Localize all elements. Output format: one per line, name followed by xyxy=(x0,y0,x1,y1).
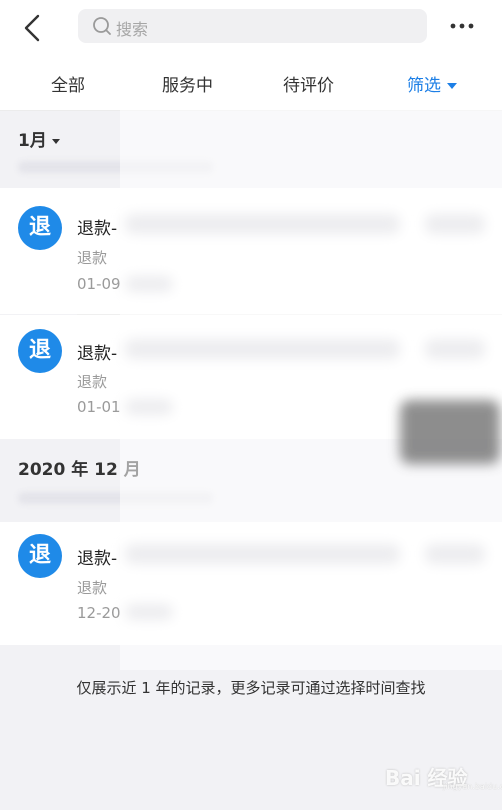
tab-to-review[interactable]: 待评价 xyxy=(283,71,334,96)
refund-badge-icon: 退 xyxy=(18,206,62,250)
tab-filter[interactable]: 筛选 xyxy=(407,71,457,96)
refund-badge-icon: 退 xyxy=(18,534,62,578)
blur-overlay xyxy=(120,110,502,670)
month-selector[interactable]: 1月 xyxy=(18,126,60,151)
more-options-icon[interactable] xyxy=(449,22,475,30)
footer-note: 仅展示近 1 年的记录，更多记录可通过选择时间查找 xyxy=(76,679,426,697)
tab-in-service[interactable]: 服务中 xyxy=(162,71,213,96)
item-type: 退款 xyxy=(77,373,108,391)
item-title: 退款- xyxy=(77,219,118,239)
item-title: 退款- xyxy=(77,549,118,569)
filter-tabs: 全部 服务中 待评价 筛选 xyxy=(0,56,502,111)
filter-dropdown-icon xyxy=(447,83,457,89)
search-icon xyxy=(93,17,111,35)
item-title: 退款- xyxy=(77,344,118,364)
top-bar: 搜索 xyxy=(0,0,502,56)
search-placeholder: 搜索 xyxy=(116,20,149,39)
item-type: 退款 xyxy=(77,249,108,267)
item-date: 01-01 xyxy=(77,398,121,416)
chevron-down-icon xyxy=(51,138,60,144)
refund-badge-icon: 退 xyxy=(18,329,62,373)
item-date: 12-20 xyxy=(77,604,121,622)
back-arrow-icon[interactable] xyxy=(22,14,44,42)
tab-all[interactable]: 全部 xyxy=(51,71,85,96)
item-type: 退款 xyxy=(77,579,108,597)
item-date: 01-09 xyxy=(77,275,121,293)
blurred-toast xyxy=(400,400,500,464)
search-input[interactable]: 搜索 xyxy=(78,9,427,43)
watermark-logo: Bai 经验 jingyan.baidu.com xyxy=(385,756,502,796)
watermark-url: jingyan.baidu.com xyxy=(443,782,502,791)
